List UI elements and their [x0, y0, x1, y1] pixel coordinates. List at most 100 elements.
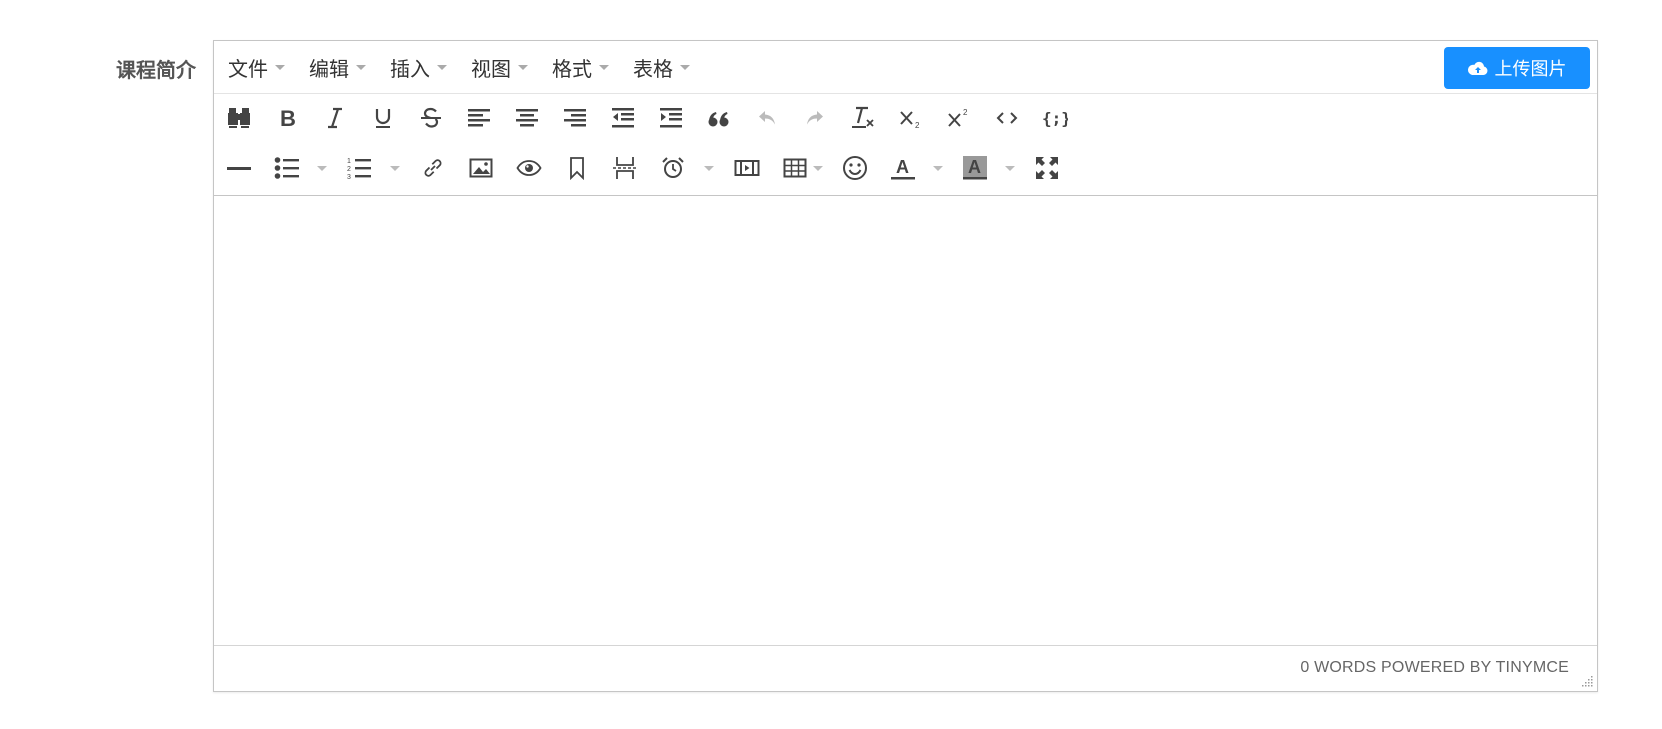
upload-image-label: 上传图片: [1494, 59, 1567, 80]
status-word-count-powered-by: 0 WORDS POWERED BY TINYMCE: [1300, 659, 1569, 676]
bookmark-icon: [570, 157, 584, 180]
find-replace-icon: [228, 108, 250, 128]
align-center-button[interactable]: [512, 101, 542, 135]
outdent-button[interactable]: [608, 101, 638, 135]
svg-text:2: 2: [963, 108, 968, 117]
toolbar-row-1: B 2 2 {;: [214, 93, 1597, 143]
page-break-button[interactable]: [610, 151, 640, 185]
upload-image-button[interactable]: 上传图片: [1444, 47, 1590, 89]
numbered-list-button[interactable]: 1 2 3: [344, 151, 374, 185]
subscript-icon: 2: [900, 111, 920, 129]
indent-button[interactable]: [656, 101, 686, 135]
toolbar-row-2: 1 2 3 A A: [214, 143, 1597, 193]
text-color-button[interactable]: A: [888, 151, 918, 185]
table-button[interactable]: [780, 151, 810, 185]
insert-datetime-dropdown[interactable]: [704, 166, 714, 171]
bullet-list-button[interactable]: [272, 151, 302, 185]
subscript-button[interactable]: 2: [896, 101, 926, 135]
svg-text:{;}: {;}: [1042, 109, 1068, 128]
resize-handle-icon[interactable]: [1580, 674, 1594, 688]
image-button[interactable]: [466, 151, 496, 185]
chevron-down-icon: [518, 64, 528, 70]
align-left-button[interactable]: [464, 101, 494, 135]
undo-button[interactable]: [752, 101, 782, 135]
svg-text:3: 3: [347, 174, 351, 180]
menu-edit[interactable]: 编辑: [295, 41, 376, 93]
chevron-down-icon: [275, 64, 285, 70]
background-color-button[interactable]: A: [960, 151, 990, 185]
menu-table[interactable]: 表格: [619, 41, 700, 93]
background-color-icon: A: [963, 156, 987, 180]
code-icon: [996, 112, 1018, 124]
svg-text:1: 1: [347, 158, 351, 165]
media-button[interactable]: [732, 151, 762, 185]
code-button[interactable]: [992, 101, 1022, 135]
align-left-icon: [468, 109, 490, 127]
code-sample-button[interactable]: {;}: [1040, 101, 1070, 135]
superscript-button[interactable]: 2: [944, 101, 974, 135]
remove-format-button[interactable]: [848, 101, 878, 135]
menu-format-label: 格式: [552, 56, 592, 81]
menu-file[interactable]: 文件: [214, 41, 295, 93]
menu-edit-label: 编辑: [309, 56, 349, 81]
blockquote-icon: [708, 112, 729, 127]
horizontal-rule-icon: [227, 167, 251, 170]
fullscreen-button[interactable]: [1032, 151, 1062, 185]
numbered-list-dropdown[interactable]: [390, 166, 400, 171]
fullscreen-icon: [1036, 157, 1058, 179]
align-right-button[interactable]: [560, 101, 590, 135]
italic-icon: [328, 107, 342, 129]
bold-icon: B: [280, 107, 296, 129]
bookmark-button[interactable]: [562, 151, 592, 185]
bullet-list-dropdown[interactable]: [317, 166, 327, 171]
menu-insert[interactable]: 插入: [376, 41, 457, 93]
indent-icon: [660, 108, 682, 128]
editor-toolbar: B 2 2 {; 1 2 3 A A: [214, 93, 1597, 196]
bold-button[interactable]: B: [272, 101, 302, 135]
horizontal-rule-button[interactable]: [224, 151, 254, 185]
emoticons-button[interactable]: [840, 151, 870, 185]
insert-datetime-button[interactable]: [658, 151, 688, 185]
media-icon: [734, 160, 760, 176]
outdent-icon: [612, 108, 634, 128]
svg-text:B: B: [280, 107, 296, 129]
chevron-down-icon: [599, 64, 609, 70]
underline-button[interactable]: [368, 101, 398, 135]
menu-table-label: 表格: [633, 56, 673, 81]
redo-icon: [807, 111, 823, 125]
text-color-icon: A: [891, 157, 915, 180]
undo-icon: [759, 111, 775, 125]
menu-format[interactable]: 格式: [538, 41, 619, 93]
svg-text:A: A: [968, 157, 981, 177]
text-color-dropdown[interactable]: [933, 166, 943, 171]
strikethrough-button[interactable]: [416, 101, 446, 135]
italic-button[interactable]: [320, 101, 350, 135]
editor-content-area[interactable]: [214, 196, 1597, 646]
preview-icon: [516, 160, 542, 176]
superscript-icon: 2: [948, 108, 968, 127]
rich-text-editor: 文件 编辑 插入 视图 格式 表格 上传图片 B 2 2 {; 1 2 3 A …: [213, 40, 1598, 692]
menu-view[interactable]: 视图: [457, 41, 538, 93]
svg-text:A: A: [896, 157, 909, 177]
svg-text:2: 2: [347, 166, 351, 173]
menu-view-label: 视图: [471, 56, 511, 81]
background-color-dropdown[interactable]: [1005, 166, 1015, 171]
field-label-course-intro: 课程简介: [116, 58, 196, 82]
blockquote-button[interactable]: [704, 101, 734, 135]
link-button[interactable]: [418, 151, 448, 185]
table-dropdown[interactable]: [813, 166, 823, 171]
image-icon: [469, 158, 493, 178]
redo-button[interactable]: [800, 101, 830, 135]
align-center-icon: [516, 109, 538, 127]
chevron-down-icon: [356, 64, 366, 70]
find-replace-button[interactable]: [224, 101, 254, 135]
emoticons-icon: [843, 156, 867, 180]
menu-file-label: 文件: [228, 56, 268, 81]
bullet-list-icon: [274, 157, 299, 179]
align-right-icon: [564, 109, 586, 127]
preview-button[interactable]: [514, 151, 544, 185]
insert-datetime-icon: [662, 157, 684, 178]
editor-statusbar: 0 WORDS POWERED BY TINYMCE: [214, 645, 1597, 691]
chevron-down-icon: [680, 64, 690, 70]
page-break-icon: [613, 157, 637, 179]
